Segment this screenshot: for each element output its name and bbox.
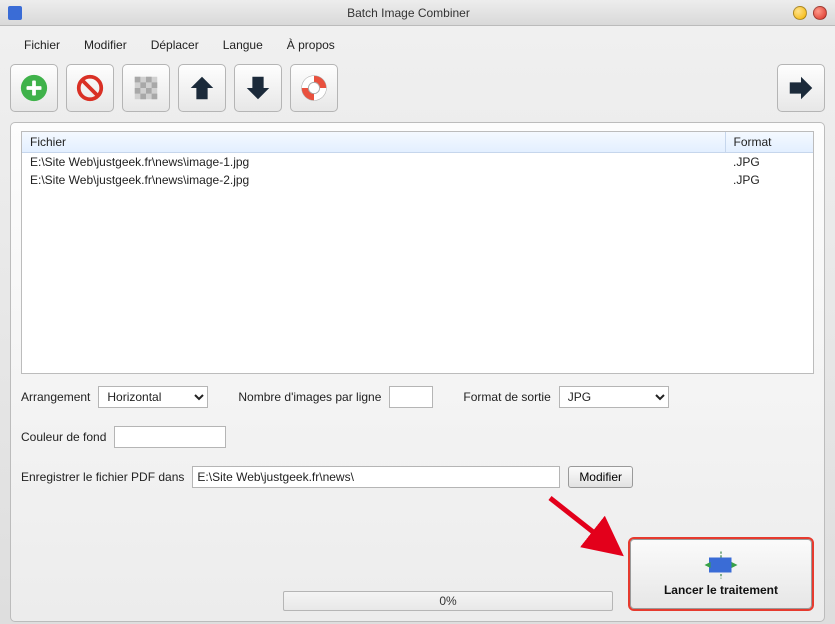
menu-lang[interactable]: Langue <box>213 36 273 54</box>
table-row[interactable]: E:\Site Web\justgeek.fr\news\image-2.jpg… <box>22 171 813 189</box>
launch-label: Lancer le traitement <box>664 583 778 597</box>
savepath-label: Enregistrer le fichier PDF dans <box>21 470 184 484</box>
bgcolor-swatch[interactable] <box>114 426 226 448</box>
out-format-select[interactable]: JPG <box>559 386 669 408</box>
menu-move[interactable]: Déplacer <box>141 36 209 54</box>
clear-button[interactable] <box>122 64 170 112</box>
cell-format: .JPG <box>725 171 813 189</box>
help-button[interactable] <box>290 64 338 112</box>
window-body: Fichier Modifier Déplacer Langue À propo… <box>0 26 835 624</box>
row-arrangement: Arrangement Horizontal Nombre d'images p… <box>21 386 814 408</box>
progress-wrap: 0% <box>283 591 613 611</box>
menu-file[interactable]: Fichier <box>14 36 70 54</box>
arrangement-label: Arrangement <box>21 390 90 404</box>
modify-button[interactable]: Modifier <box>568 466 633 488</box>
add-button[interactable] <box>10 64 58 112</box>
app-icon <box>8 6 22 20</box>
arrow-down-icon <box>243 73 273 103</box>
arrangement-select[interactable]: Horizontal <box>98 386 208 408</box>
per-line-label: Nombre d'images par ligne <box>238 390 381 404</box>
checker-icon <box>131 73 161 103</box>
per-line-input[interactable] <box>389 386 433 408</box>
col-header-format[interactable]: Format <box>725 132 813 153</box>
row-bgcolor: Couleur de fond <box>21 426 814 448</box>
menubar: Fichier Modifier Déplacer Langue À propo… <box>10 32 825 62</box>
window-title: Batch Image Combiner <box>30 6 787 20</box>
move-up-button[interactable] <box>178 64 226 112</box>
next-button[interactable] <box>777 64 825 112</box>
close-button[interactable] <box>813 6 827 20</box>
titlebar: Batch Image Combiner <box>0 0 835 26</box>
launch-button[interactable]: Lancer le traitement <box>628 537 814 611</box>
remove-button[interactable] <box>66 64 114 112</box>
menu-about[interactable]: À propos <box>277 36 345 54</box>
cell-path: E:\Site Web\justgeek.fr\news\image-2.jpg <box>22 171 725 189</box>
col-header-file[interactable]: Fichier <box>22 132 725 153</box>
savepath-input[interactable] <box>192 466 560 488</box>
combine-icon <box>703 551 739 579</box>
out-format-label: Format de sortie <box>463 390 550 404</box>
file-table[interactable]: Fichier Format E:\Site Web\justgeek.fr\n… <box>21 131 814 374</box>
move-down-button[interactable] <box>234 64 282 112</box>
plus-icon <box>19 73 49 103</box>
cell-path: E:\Site Web\justgeek.fr\news\image-1.jpg <box>22 153 725 172</box>
arrow-right-icon <box>786 73 816 103</box>
toolbar <box>10 62 825 122</box>
bgcolor-label: Couleur de fond <box>21 430 106 444</box>
menu-edit[interactable]: Modifier <box>74 36 137 54</box>
minimize-button[interactable] <box>793 6 807 20</box>
arrow-up-icon <box>187 73 217 103</box>
progress-bar: 0% <box>283 591 613 611</box>
progress-text: 0% <box>439 594 456 608</box>
row-savepath: Enregistrer le fichier PDF dans Modifier <box>21 466 633 488</box>
lifebuoy-icon <box>299 73 329 103</box>
inner-panel: Fichier Format E:\Site Web\justgeek.fr\n… <box>10 122 825 622</box>
table-row[interactable]: E:\Site Web\justgeek.fr\news\image-1.jpg… <box>22 153 813 172</box>
forbidden-icon <box>75 73 105 103</box>
annotation-arrow <box>544 492 634 565</box>
cell-format: .JPG <box>725 153 813 172</box>
